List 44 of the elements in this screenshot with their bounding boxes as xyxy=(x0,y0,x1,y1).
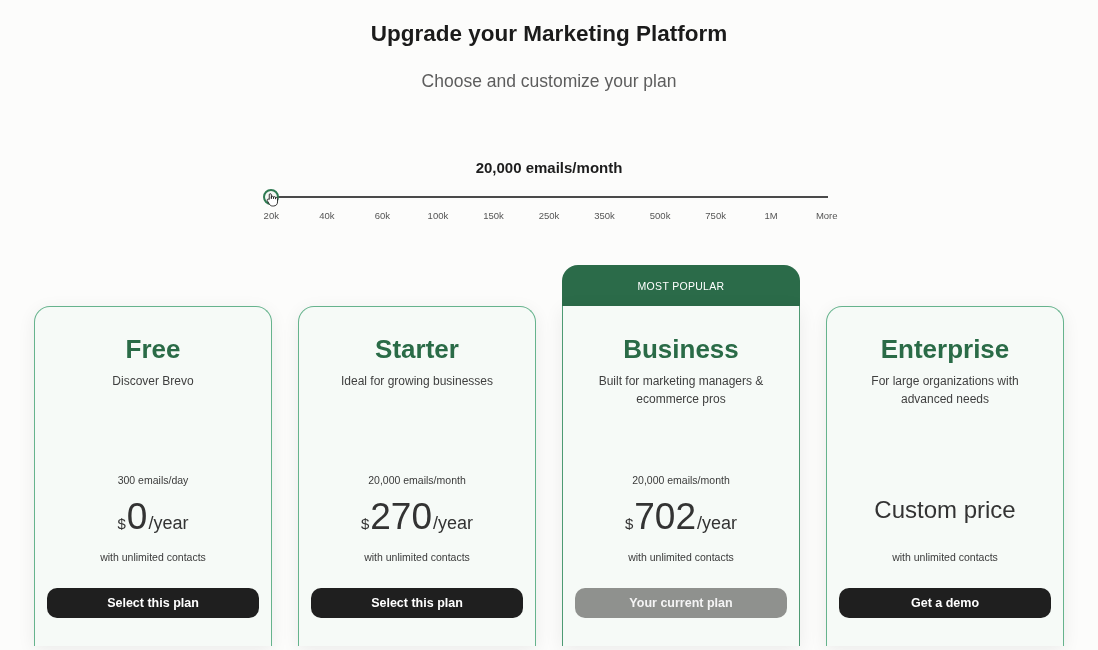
currency-symbol: $ xyxy=(624,514,634,534)
tick-label: 60k xyxy=(374,209,390,223)
email-volume: 20,000 emails/month xyxy=(368,473,466,487)
plan-description: Discover Brevo xyxy=(111,373,195,390)
plan-name: Starter xyxy=(375,333,459,365)
tick-label: 1M xyxy=(764,209,778,223)
plan-name: Business xyxy=(623,333,739,365)
plan-description: Ideal for growing businesses xyxy=(339,373,495,390)
price-period: /year xyxy=(148,512,189,535)
tick-label: 20k xyxy=(263,209,279,223)
custom-price: Custom price xyxy=(874,495,1016,525)
plan-button[interactable]: Select this plan xyxy=(311,588,523,618)
tick-label: 100k xyxy=(427,209,449,223)
popular-banner: MOST POPULAR xyxy=(562,265,800,306)
tick-label: 350k xyxy=(594,209,615,223)
contacts-note: with unlimited contacts xyxy=(892,550,998,564)
price-amount: 270 xyxy=(370,497,432,537)
currency-symbol: $ xyxy=(117,514,126,534)
plan-name: Free xyxy=(125,333,181,365)
plan-description: For large organizations with advanced needs xyxy=(870,373,1020,408)
tick-label: 150k xyxy=(483,209,504,223)
contacts-note: with unlimited contacts xyxy=(100,550,206,564)
tick-label: More xyxy=(815,209,838,223)
email-volume: 20,000 emails/month xyxy=(632,473,730,487)
tick-label: 750k xyxy=(705,209,726,223)
volume-label: 20,000 emails/month xyxy=(475,158,623,178)
page-subtitle: Choose and customize your plan xyxy=(421,70,677,93)
contacts-note: with unlimited contacts xyxy=(628,550,734,564)
price-amount: 0 xyxy=(126,497,148,537)
email-volume: 300 emails/day xyxy=(117,473,189,487)
price-period: /year xyxy=(433,512,474,535)
currency-symbol: $ xyxy=(360,514,370,534)
tick-label: 500k xyxy=(649,209,671,223)
tick-label: 40k xyxy=(319,209,335,223)
plan-button[interactable]: Get a demo xyxy=(839,588,1051,618)
price-amount: 702 xyxy=(634,497,696,537)
contacts-note: with unlimited contacts xyxy=(364,550,470,564)
page-title: Upgrade your Marketing Platform xyxy=(370,20,728,48)
tick-label: 250k xyxy=(538,209,560,223)
plan-name: Enterprise xyxy=(880,333,1010,365)
plan-button[interactable]: Select this plan xyxy=(47,588,259,618)
price-period: /year xyxy=(697,512,738,535)
plan-description: Built for marketing managers & ecommerce pros xyxy=(597,373,765,408)
hand-cursor-icon xyxy=(265,192,279,207)
